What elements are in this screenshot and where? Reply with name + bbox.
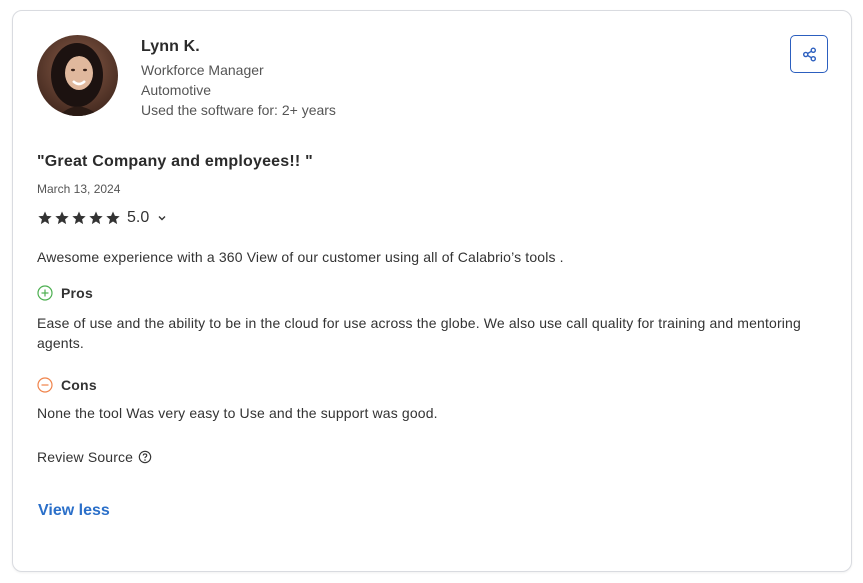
minus-circle-icon bbox=[37, 377, 53, 393]
share-icon bbox=[802, 47, 816, 61]
star-icon bbox=[89, 211, 103, 225]
star-icon bbox=[55, 211, 69, 225]
view-less-link[interactable]: View less bbox=[38, 502, 110, 520]
rating-value: 5.0 bbox=[127, 209, 150, 226]
review-date: March 13, 2024 bbox=[37, 182, 121, 196]
review-card: Lynn K. Workforce Manager Automotive Use… bbox=[12, 10, 852, 572]
reviewer-industry: Automotive bbox=[141, 82, 212, 98]
share-button[interactable] bbox=[790, 35, 828, 73]
rating: 5.0 bbox=[37, 209, 167, 227]
review-source[interactable]: Review Source bbox=[37, 449, 152, 465]
cons-label: Cons bbox=[61, 377, 97, 393]
avatar bbox=[37, 35, 118, 116]
pros-text: Ease of use and the ability to be in the… bbox=[37, 315, 801, 351]
review-summary: Awesome experience with a 360 View of ou… bbox=[37, 249, 564, 265]
reviewer-name: Lynn K. bbox=[141, 38, 200, 55]
star-icon bbox=[38, 211, 52, 225]
reviewer-info: Lynn K. Workforce Manager Automotive Use… bbox=[141, 38, 336, 120]
star-rating bbox=[37, 210, 121, 226]
question-circle-icon[interactable] bbox=[138, 450, 152, 464]
review-source-label: Review Source bbox=[37, 449, 134, 465]
pros-label: Pros bbox=[61, 285, 93, 301]
plus-circle-icon bbox=[37, 285, 53, 301]
star-icon bbox=[72, 211, 86, 225]
reviewer-usage: Used the software for: 2+ years bbox=[141, 102, 336, 118]
reviewer-role: Workforce Manager bbox=[141, 62, 264, 78]
review-title: "Great Company and employees!! " bbox=[37, 153, 313, 170]
pros-heading: Pros bbox=[37, 285, 93, 301]
cons-text: None the tool Was very easy to Use and t… bbox=[37, 405, 438, 421]
cons-heading: Cons bbox=[37, 377, 97, 393]
star-icon bbox=[106, 211, 120, 225]
chevron-down-icon[interactable] bbox=[157, 213, 167, 223]
